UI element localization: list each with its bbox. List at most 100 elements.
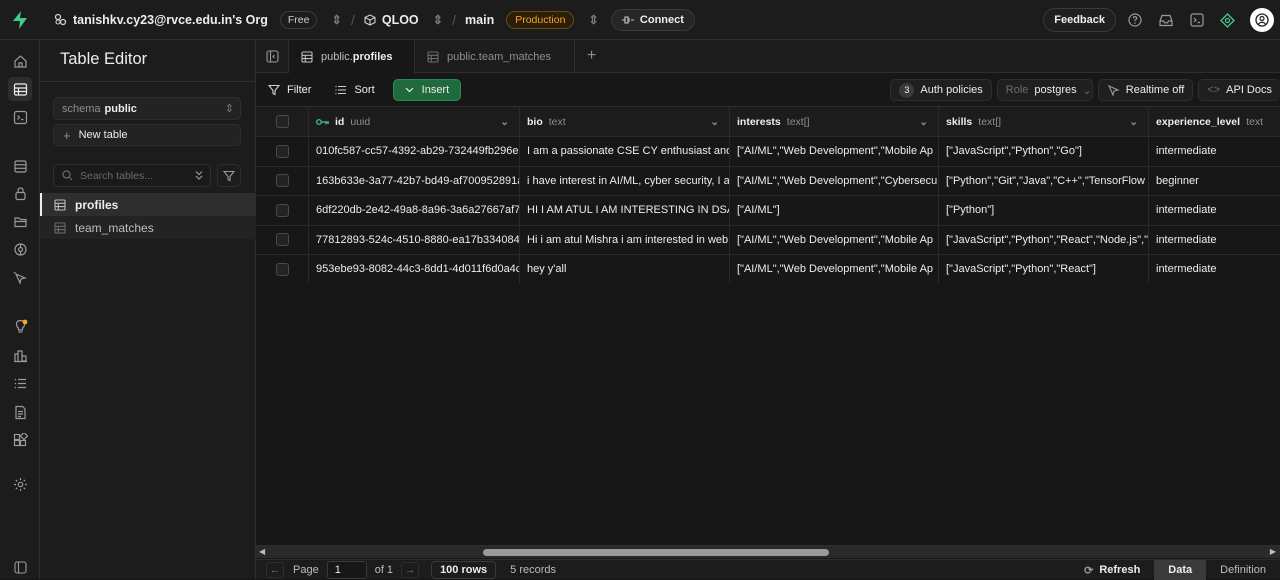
cell-experience-level[interactable]: intermediate [1149, 226, 1280, 255]
home-icon[interactable] [8, 49, 32, 73]
column-header-bio[interactable]: bio text ⌄ [520, 107, 730, 136]
column-menu-chevron-icon[interactable]: ⌄ [919, 116, 928, 128]
table-editor-icon[interactable] [8, 77, 32, 101]
refresh-button[interactable]: ⟳ Refresh [1084, 564, 1140, 577]
sql-editor-icon[interactable] [8, 105, 32, 129]
edge-functions-icon[interactable] [8, 237, 32, 261]
column-menu-chevron-icon[interactable]: ⌄ [1129, 116, 1138, 128]
filter-button[interactable]: Filter [256, 84, 323, 96]
collapse-sidebar-icon[interactable] [8, 558, 32, 576]
project-switcher-chevron-icon[interactable]: ⇕ [433, 12, 443, 27]
cell-bio[interactable]: i have interest in AI/ML, cyber security… [520, 166, 730, 195]
cell-skills[interactable]: ["JavaScript","Python","Go"] [939, 137, 1149, 166]
new-table-button[interactable]: + New table [53, 124, 241, 146]
cell-experience-level[interactable]: intermediate [1149, 196, 1280, 225]
row-checkbox[interactable] [275, 144, 289, 158]
next-page-icon[interactable]: → [401, 561, 420, 578]
row-checkbox-cell[interactable] [256, 255, 309, 283]
project-breadcrumb[interactable]: QLOO ⇕ [364, 12, 443, 27]
column-menu-chevron-icon[interactable]: ⌄ [710, 116, 719, 128]
column-header-experience-level[interactable]: experience_level text [1149, 107, 1280, 136]
sort-button[interactable]: Sort [323, 84, 386, 96]
org-breadcrumb[interactable]: tanishkv.cy23@rvce.edu.in's Org Free ⇕ [54, 10, 342, 29]
cell-skills[interactable]: ["Python"] [939, 196, 1149, 225]
select-all-checkbox[interactable] [275, 115, 289, 128]
tab-team-matches[interactable]: public.team_matches [415, 40, 575, 73]
row-checkbox[interactable] [275, 262, 289, 276]
cell-interests[interactable]: ["AI/ML"] [730, 196, 939, 225]
branch-switcher-chevron-icon[interactable]: ⇕ [588, 12, 598, 27]
toggle-sidebar-icon[interactable] [256, 40, 289, 73]
row-checkbox-cell[interactable] [256, 166, 309, 195]
column-header-id[interactable]: id uuid ⌄ [309, 107, 520, 136]
row-checkbox-cell[interactable] [256, 196, 309, 225]
branch-breadcrumb[interactable]: main Production ⇕ [465, 10, 599, 29]
cell-interests[interactable]: ["AI/ML","Web Development","Mobile Ap [730, 255, 939, 283]
scroll-right-arrow-icon[interactable]: ▶ [1270, 547, 1276, 556]
logs-list-icon[interactable] [8, 371, 32, 395]
assistant-diamond-icon[interactable] [1215, 8, 1240, 33]
rows-per-page-selector[interactable]: 100 rows [431, 560, 497, 579]
feedback-button[interactable]: Feedback [1043, 8, 1116, 32]
column-menu-chevron-icon[interactable]: ⌄ [500, 116, 509, 128]
help-icon[interactable] [1122, 8, 1147, 33]
insert-button[interactable]: Insert [392, 78, 462, 101]
row-checkbox[interactable] [275, 203, 289, 217]
cell-id[interactable]: 77812893-524c-4510-8880-ea17b334084a [309, 225, 520, 254]
row-checkbox-cell[interactable] [256, 137, 309, 166]
row-checkbox[interactable] [275, 174, 289, 188]
supabase-logo-icon[interactable] [0, 0, 40, 40]
cell-bio[interactable]: HI I AM ATUL I AM INTERESTING IN DSA [520, 196, 730, 225]
prev-page-icon[interactable]: ← [266, 561, 284, 578]
cell-id[interactable]: 6df220db-2e42-49a8-8a96-3a6a27667af7 [309, 196, 520, 225]
org-switcher-chevron-icon[interactable]: ⇕ [331, 12, 341, 27]
column-header-skills[interactable]: skills text[] ⌄ [939, 107, 1149, 136]
cell-id[interactable]: 953ebe93-8082-44c3-8dd1-4d011f6d0a4c [309, 255, 520, 283]
cell-experience-level[interactable]: intermediate [1149, 137, 1280, 166]
realtime-toggle-button[interactable]: Realtime off [1097, 79, 1194, 101]
role-selector[interactable]: Role postgres ⌄ [996, 79, 1093, 101]
search-tables-input[interactable]: Search tables... [53, 164, 211, 187]
cell-skills[interactable]: ["JavaScript","Python","React"] [939, 255, 1149, 283]
scroll-left-arrow-icon[interactable]: ◀ [259, 547, 265, 556]
cell-bio[interactable]: I am a passionate CSE CY enthusiast and [520, 137, 730, 166]
table-row[interactable]: 953ebe93-8082-44c3-8dd1-4d011f6d0a4c hey… [256, 255, 1280, 283]
sidebar-item-team-matches[interactable]: team_matches [40, 216, 256, 239]
auth-policies-button[interactable]: 3 Auth policies [890, 79, 992, 101]
schema-selector[interactable]: schema public ⇕ [53, 97, 241, 120]
cell-bio[interactable]: hey y'all [520, 255, 730, 283]
cell-experience-level[interactable]: intermediate [1149, 255, 1280, 283]
tab-definition[interactable]: Definition [1206, 560, 1280, 580]
table-row[interactable]: 6df220db-2e42-49a8-8a96-3a6a27667af7 HI … [256, 196, 1280, 226]
storage-icon[interactable] [8, 209, 32, 233]
cell-interests[interactable]: ["AI/ML","Web Development","Mobile Ap [730, 225, 939, 254]
auth-lock-icon[interactable] [8, 181, 32, 205]
scrollbar-thumb[interactable] [483, 549, 829, 556]
user-avatar[interactable] [1250, 8, 1274, 32]
cell-skills[interactable]: ["Python","Git","Java","C++","TensorFlow [939, 166, 1149, 195]
table-row[interactable]: 77812893-524c-4510-8880-ea17b334084a Hi … [256, 225, 1280, 255]
advisors-lightbulb-icon[interactable] [8, 314, 32, 338]
cell-id[interactable]: 010fc587-cc57-4392-ab29-732449fb296e [309, 137, 520, 166]
cell-skills[interactable]: ["JavaScript","Python","React","Node.js"… [939, 225, 1149, 254]
inbox-icon[interactable] [1153, 8, 1178, 33]
cell-experience-level[interactable]: beginner [1149, 167, 1280, 196]
api-docs-button[interactable]: <> API Docs [1198, 79, 1280, 101]
reports-chart-icon[interactable] [8, 343, 32, 367]
row-checkbox[interactable] [275, 233, 289, 247]
select-all-checkbox-cell[interactable] [256, 107, 309, 136]
page-number-input[interactable]: 1 [326, 560, 367, 579]
tab-data[interactable]: Data [1154, 560, 1207, 580]
filter-tables-button[interactable] [217, 164, 241, 187]
api-docs-file-icon[interactable] [8, 400, 32, 424]
realtime-cursor-icon[interactable] [8, 266, 32, 290]
horizontal-scrollbar[interactable]: ◀ ▶ [256, 545, 1280, 558]
table-row[interactable]: 163b633e-3a77-42b7-bd49-af700952891a i h… [256, 166, 1280, 196]
cell-bio[interactable]: Hi i am atul Mishra i am interested in w… [520, 225, 730, 254]
settings-gear-icon[interactable] [8, 472, 32, 496]
cell-interests[interactable]: ["AI/ML","Web Development","Mobile Ap [730, 137, 939, 166]
sidebar-item-profiles[interactable]: profiles [40, 193, 256, 216]
sort-chevrons-icon[interactable] [193, 169, 205, 182]
column-header-interests[interactable]: interests text[] ⌄ [730, 107, 939, 136]
table-row[interactable]: 010fc587-cc57-4392-ab29-732449fb296e I a… [256, 137, 1280, 167]
